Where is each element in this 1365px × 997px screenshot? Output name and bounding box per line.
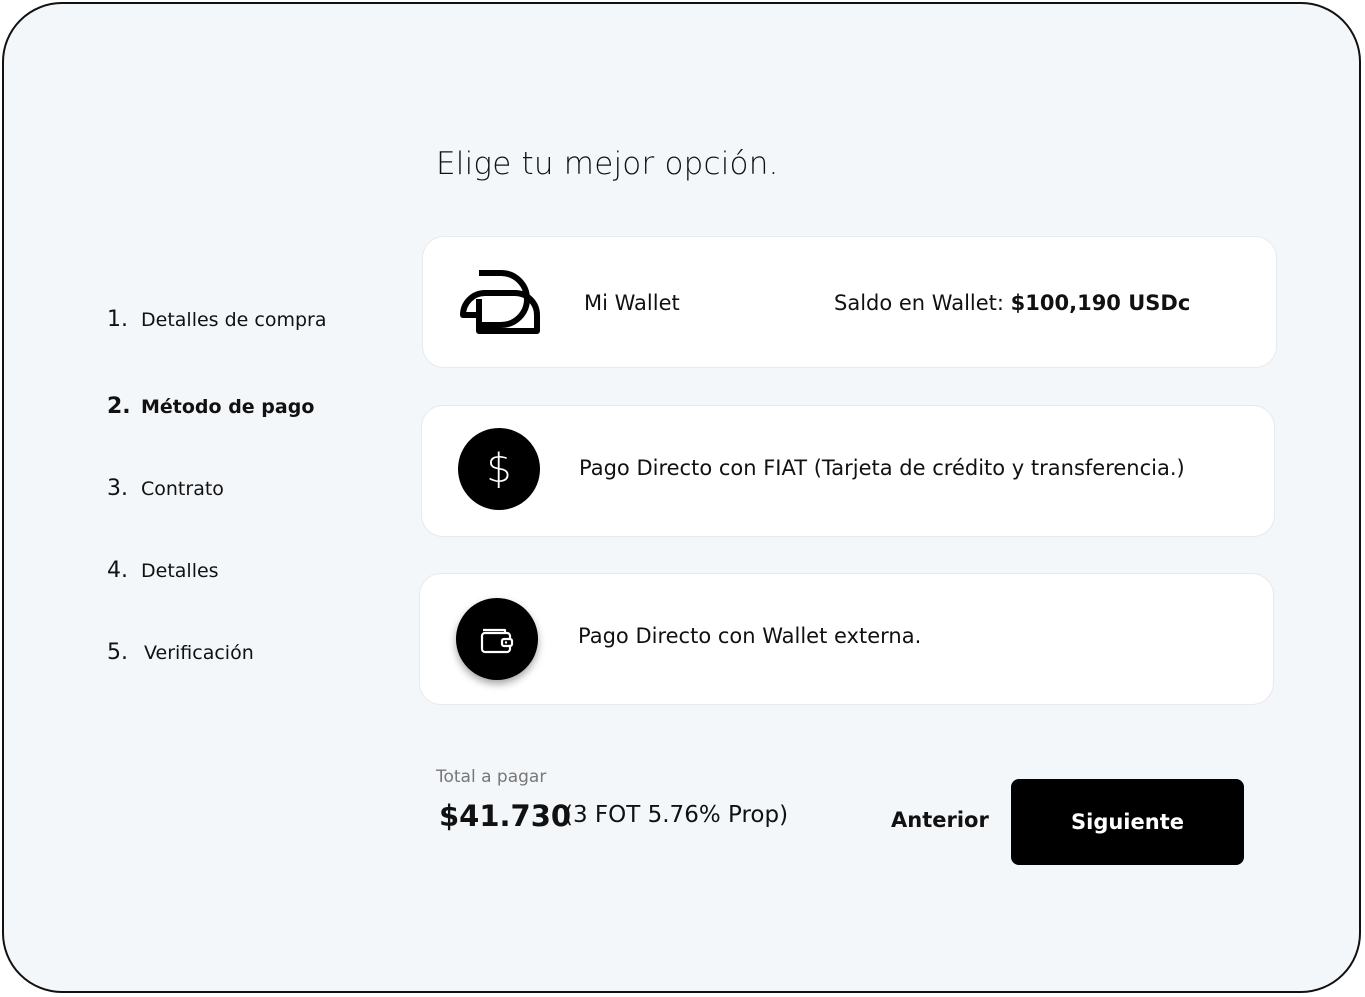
step-label: Contrato xyxy=(141,478,224,500)
page-title: Elige tu mejor opción. xyxy=(436,146,779,182)
step-label: Detalles de compra xyxy=(141,309,327,331)
siguiente-button[interactable]: Siguiente xyxy=(1011,779,1244,865)
option-label: Pago Directo con FIAT (Tarjeta de crédit… xyxy=(579,456,1185,480)
step-metodo-de-pago[interactable]: 2. Método de pago xyxy=(107,394,314,419)
dollar-glyph: $ xyxy=(486,446,512,492)
dollar-icon: $ xyxy=(458,428,540,510)
option-fiat[interactable]: $ Pago Directo con FIAT (Tarjeta de créd… xyxy=(421,405,1275,537)
step-detalles-de-compra[interactable]: 1. Detalles de compra xyxy=(107,307,326,332)
main-panel: Elige tu mejor opción. 1. Detalles de co… xyxy=(2,2,1361,993)
option-wallet-externa[interactable]: Pago Directo con Wallet externa. xyxy=(419,573,1274,705)
step-label: Detalles xyxy=(141,560,219,582)
total-amount: $41.730 xyxy=(439,799,572,833)
step-number: 3. xyxy=(107,476,128,501)
wallet-logo-icon xyxy=(460,270,540,334)
step-detalles[interactable]: 4. Detalles xyxy=(107,558,219,583)
option-label: Pago Directo con Wallet externa. xyxy=(578,624,922,648)
step-number: 2. xyxy=(107,394,131,419)
option-mi-wallet[interactable]: Mi Wallet Saldo en Wallet: $100,190 USDc xyxy=(422,236,1277,368)
step-verificacion[interactable]: 5. Verificación xyxy=(107,640,254,665)
step-number: 1. xyxy=(107,307,128,332)
wallet-icon xyxy=(456,598,538,680)
total-detail: (3 FOT 5.76% Prop) xyxy=(564,802,789,828)
total-label: Total a pagar xyxy=(436,767,547,787)
step-contrato[interactable]: 3. Contrato xyxy=(107,476,224,501)
step-number: 5. xyxy=(107,640,128,665)
option-label: Mi Wallet xyxy=(584,291,680,315)
step-label: Método de pago xyxy=(141,396,315,418)
wallet-glyph xyxy=(480,628,514,654)
anterior-button[interactable]: Anterior xyxy=(891,808,989,832)
wallet-balance-value: $100,190 USDc xyxy=(1010,291,1191,315)
step-label: Verificación xyxy=(144,642,254,664)
wallet-balance-prefix: Saldo en Wallet: xyxy=(834,291,1011,315)
step-number: 4. xyxy=(107,558,128,583)
wallet-balance: Saldo en Wallet: $100,190 USDc xyxy=(834,291,1190,315)
